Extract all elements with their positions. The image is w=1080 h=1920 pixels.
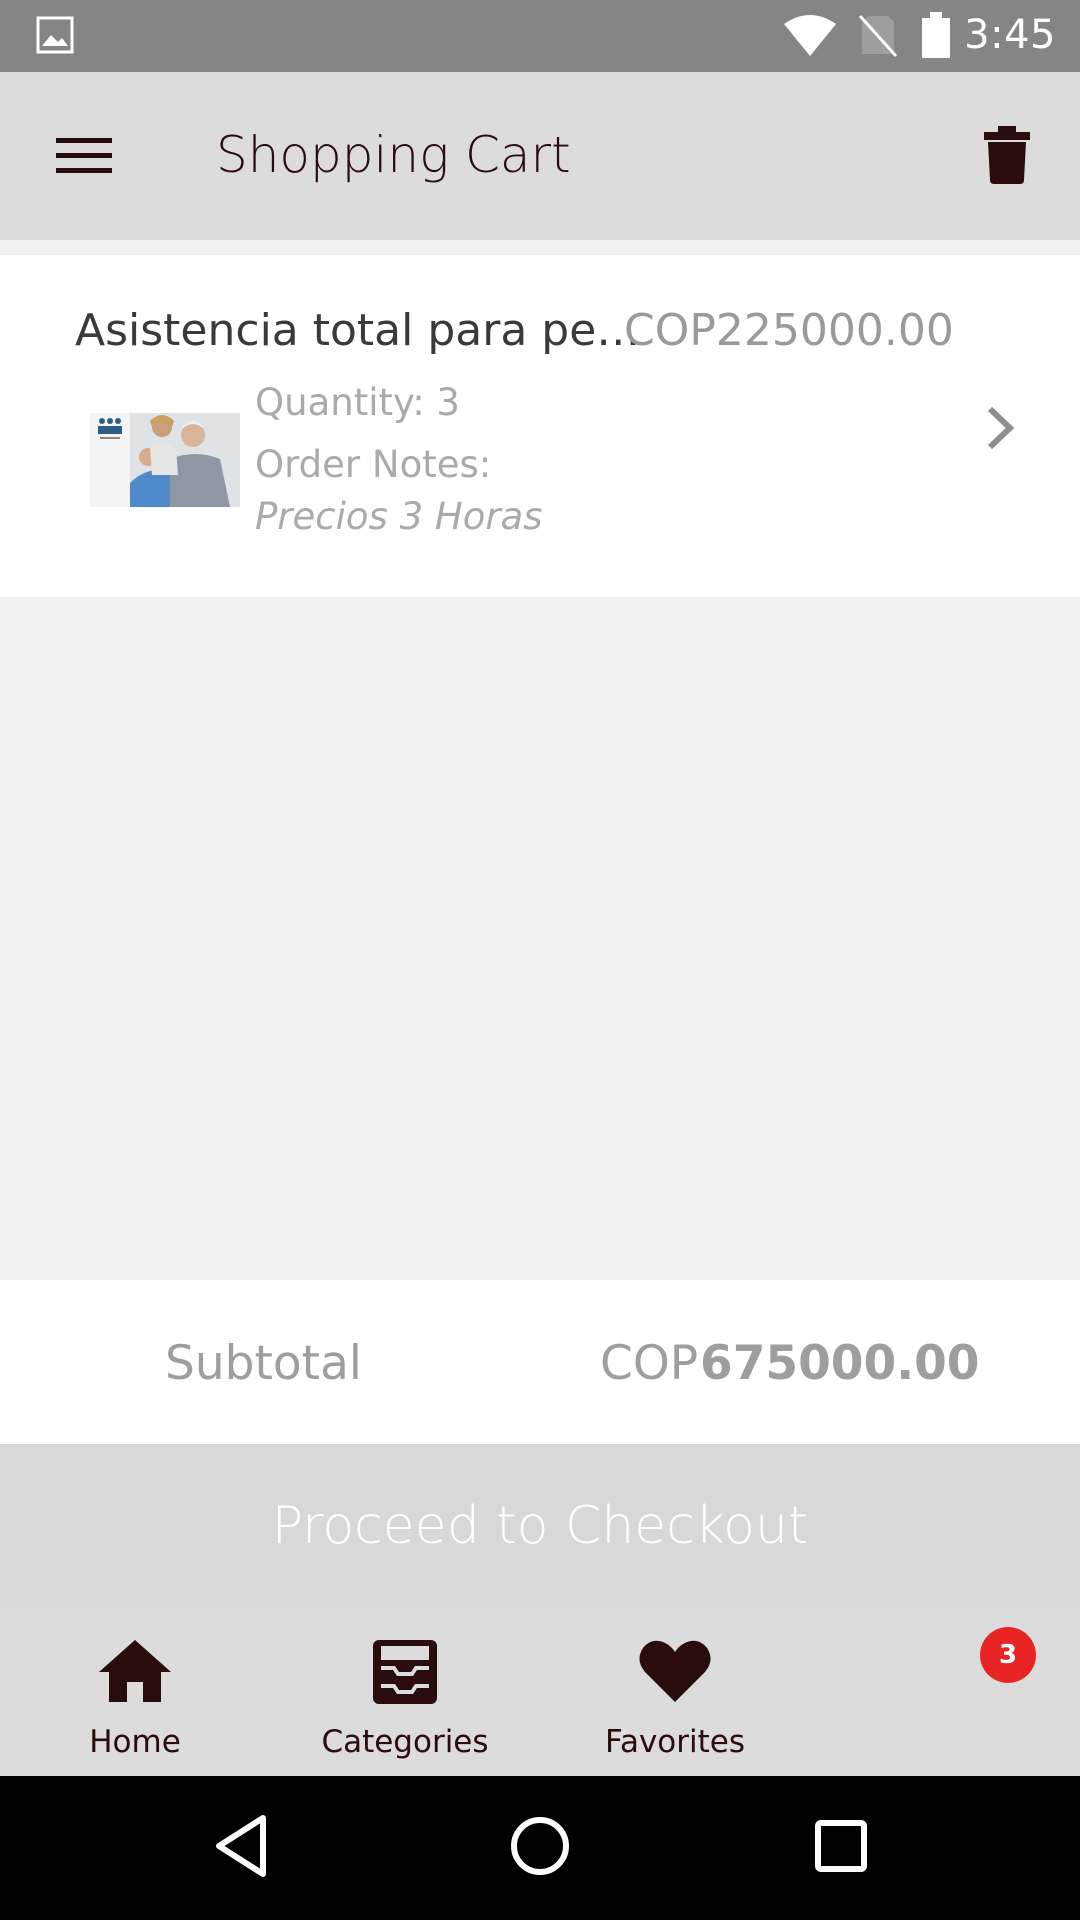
recents-icon[interactable]: [815, 1820, 867, 1872]
checkout-button-label: Proceed to Checkout: [271, 1496, 809, 1556]
subtotal-label: Subtotal: [165, 1336, 362, 1391]
categories-icon: [373, 1640, 437, 1704]
bottom-nav: Home Categories Favorites: [0, 1608, 1080, 1776]
status-bar: 3:45: [0, 0, 1080, 72]
image-icon: [36, 16, 74, 54]
heart-icon: [639, 1640, 711, 1702]
system-nav-bar: [0, 1776, 1080, 1920]
home-circle-icon[interactable]: [510, 1816, 570, 1876]
cart-count-badge[interactable]: 3: [980, 1627, 1036, 1683]
wifi-icon: [784, 15, 836, 56]
checkout-button[interactable]: Proceed to Checkout: [0, 1444, 1080, 1608]
product-thumbnail: [90, 413, 240, 507]
app-bar: Shopping Cart: [0, 72, 1080, 240]
chevron-right-icon[interactable]: [980, 403, 1020, 453]
trash-icon[interactable]: [984, 126, 1030, 184]
clock: 3:45: [964, 12, 1056, 58]
order-notes-label: Order Notes:: [255, 443, 492, 486]
order-notes-text: Precios 3 Horas: [255, 495, 543, 538]
battery-icon: [922, 12, 950, 58]
item-name: Asistencia total para pe…: [75, 305, 641, 356]
back-icon[interactable]: [213, 1814, 269, 1878]
subtotal-currency: COP: [600, 1336, 699, 1391]
nav-label-home: Home: [89, 1724, 181, 1760]
hamburger-menu-icon[interactable]: [56, 136, 112, 176]
no-sim-icon: [858, 14, 898, 58]
item-quantity: Quantity: 3: [255, 381, 460, 424]
nav-item-home[interactable]: Home: [35, 1608, 235, 1776]
item-price: COP225000.00: [624, 305, 954, 356]
nav-item-favorites[interactable]: Favorites: [575, 1608, 775, 1776]
cart-item[interactable]: Asistencia total para pe… COP225000.00 Q…: [0, 255, 1080, 597]
page-title: Shopping Cart: [216, 126, 571, 184]
nav-item-categories[interactable]: Categories: [305, 1608, 505, 1776]
home-icon: [99, 1640, 171, 1702]
nav-label-categories: Categories: [321, 1724, 489, 1760]
nav-label-favorites: Favorites: [604, 1724, 746, 1760]
subtotal-bar: Subtotal COP 675000.00: [0, 1280, 1080, 1444]
subtotal-amount: 675000.00: [700, 1336, 980, 1391]
